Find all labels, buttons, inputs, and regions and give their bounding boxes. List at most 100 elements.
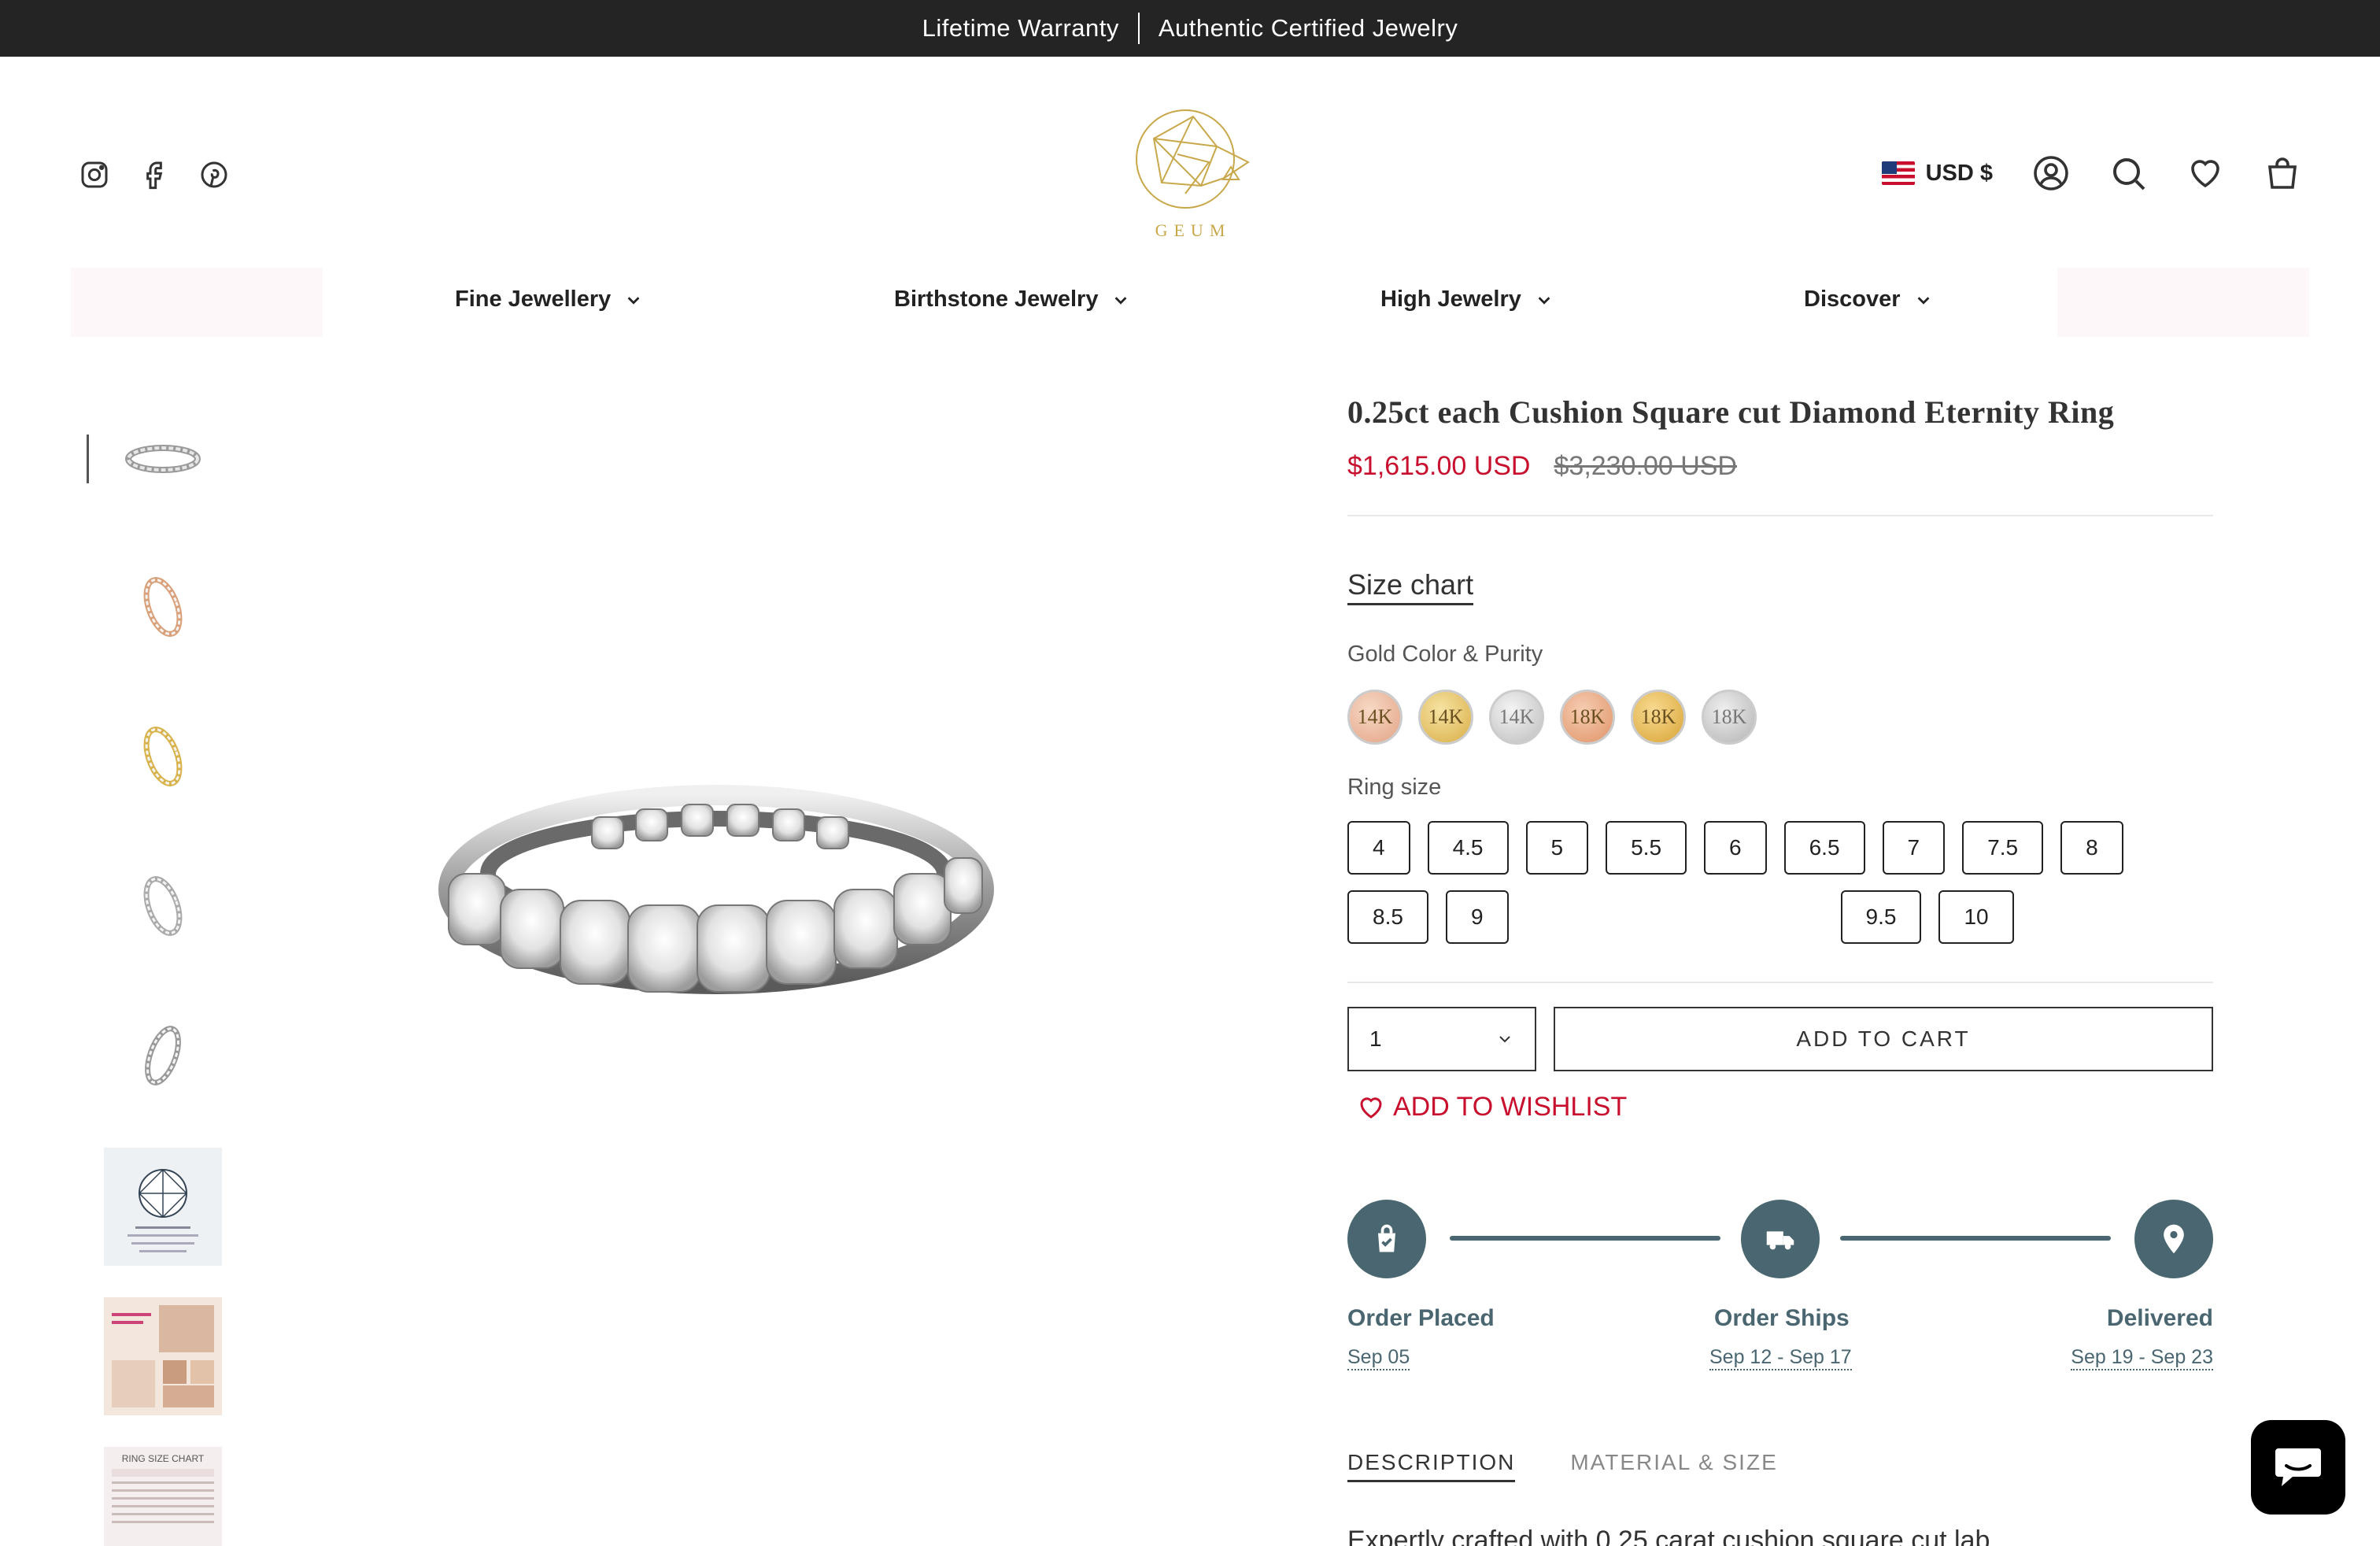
delivered-date: Sep 19 - Sep 23 [2071, 1346, 2213, 1370]
diamond-info-card-icon [104, 1148, 222, 1266]
thumbnail-7[interactable] [104, 1297, 222, 1415]
add-to-wishlist-button[interactable]: ADD TO WISHLIST [1347, 1092, 2213, 1123]
size-option[interactable]: 7.5 [1962, 821, 2044, 875]
thumbnail-4[interactable] [104, 847, 222, 965]
order-placed-bag-icon [1347, 1200, 1426, 1278]
nav-item-high-jewelry[interactable]: High Jewelry [1380, 287, 1553, 313]
chevron-down-icon [1499, 1036, 1510, 1043]
swatch-14k-yellow[interactable]: 14K [1418, 690, 1473, 745]
divider [1347, 982, 2213, 983]
announcement-bar: Lifetime Warranty Authentic Certified Je… [0, 0, 2380, 57]
chevron-down-icon [1115, 296, 1127, 305]
swatch-label: 14K [1428, 705, 1464, 728]
heart-icon[interactable] [2186, 154, 2224, 192]
ring-thumb-yellow-icon [143, 727, 183, 786]
nav-item-birthstone-jewelry[interactable]: Birthstone Jewelry [894, 287, 1129, 313]
size-chart-link[interactable]: Size chart [1347, 568, 1474, 605]
swatch-14k-rose[interactable]: 14K [1347, 690, 1402, 745]
nav-fade-right [2057, 268, 2309, 337]
size-table-icon [112, 1469, 214, 1523]
size-option[interactable]: 9 [1445, 890, 1509, 944]
delivered-pin-icon [2134, 1200, 2213, 1278]
swatch-label: 18K [1640, 705, 1676, 728]
thumbnail-6[interactable] [104, 1148, 222, 1266]
add-to-cart-button[interactable]: ADD TO CART [1554, 1007, 2213, 1071]
main-nav: Fine Jewellery Birthstone Jewelry High J… [71, 268, 2309, 337]
quantity-select[interactable]: 1 [1347, 1007, 1536, 1071]
instagram-icon[interactable] [79, 159, 110, 190]
pinterest-icon[interactable] [198, 159, 230, 190]
cart-icon[interactable] [2264, 154, 2301, 192]
chevron-down-icon [1538, 296, 1550, 305]
size-option[interactable]: 4.5 [1427, 821, 1509, 875]
size-option[interactable]: 8 [2060, 821, 2123, 875]
announcement-divider [1137, 13, 1140, 44]
size-option[interactable]: 9.5 [1840, 890, 1922, 944]
facebook-icon[interactable] [139, 159, 170, 190]
swatch-18k-white[interactable]: 18K [1702, 690, 1757, 745]
thumbnail-5[interactable] [104, 997, 222, 1115]
us-flag-icon [1881, 161, 1915, 185]
size-option[interactable]: 6.5 [1783, 821, 1865, 875]
currency-label: USD $ [1925, 160, 1993, 186]
ring-thumb-silver-icon [143, 876, 183, 936]
brand-name: GEUM [1155, 220, 1232, 240]
timeline-line-1 [1450, 1236, 1720, 1241]
nav-item-label: High Jewelry [1380, 287, 1521, 312]
nav-item-fine-jewellery[interactable]: Fine Jewellery [455, 287, 642, 313]
swatch-18k-yellow[interactable]: 18K [1631, 690, 1686, 745]
currency-selector[interactable]: USD $ [1881, 160, 1993, 187]
size-option[interactable]: 5.5 [1606, 821, 1687, 875]
thumbnail-2[interactable] [104, 548, 222, 666]
description-text: Expertly crafted with 0.25 carat cushion… [1347, 1526, 1990, 1546]
chat-button[interactable] [2251, 1420, 2345, 1515]
announcement-warranty: Lifetime Warranty [922, 14, 1119, 42]
ring-thumb-white-icon [125, 445, 201, 473]
chevron-down-icon [627, 296, 640, 305]
heart-outline-icon [1360, 1097, 1382, 1119]
timeline-line-2 [1840, 1236, 2111, 1241]
product-tabs: DESCRIPTION MATERIAL & SIZE [1347, 1450, 1778, 1482]
swatch-label: 18K [1569, 705, 1606, 728]
size-option[interactable]: 6 [1704, 821, 1767, 875]
ring-size-options: 4 4.5 5 5.5 6 6.5 7 7.5 8 8.5 9 9.5 10 [1347, 821, 2213, 944]
order-ships-date: Sep 12 - Sep 17 [1709, 1346, 1852, 1370]
order-ships-title: Order Ships [1714, 1305, 1850, 1331]
order-placed-title: Order Placed [1347, 1305, 1495, 1331]
nav-item-discover[interactable]: Discover [1804, 287, 1932, 313]
swatch-label: 14K [1357, 705, 1393, 728]
sale-price: $1,615.00 USD [1347, 451, 1531, 481]
nav-item-label: Birthstone Jewelry [894, 287, 1099, 312]
swatch-18k-rose[interactable]: 18K [1560, 690, 1615, 745]
size-option[interactable]: 8.5 [1347, 890, 1428, 944]
active-thumb-indicator [87, 435, 89, 483]
swatch-14k-white[interactable]: 14K [1489, 690, 1544, 745]
price-row: $1,615.00 USD $3,230.00 USD [1347, 451, 2213, 482]
size-option[interactable]: 10 [1938, 890, 2014, 944]
thumbnail-8[interactable]: RING SIZE CHART [104, 1447, 222, 1546]
wishlist-label: ADD TO WISHLIST [1393, 1092, 1628, 1122]
brand-logo[interactable]: GEUM [1130, 107, 1256, 246]
size-option[interactable]: 4 [1347, 821, 1410, 875]
logo-mark-icon [1136, 109, 1250, 209]
announcement-certified: Authentic Certified Jewelry [1158, 14, 1458, 42]
size-option[interactable]: 7 [1882, 821, 1946, 875]
size-option[interactable]: 5 [1525, 821, 1589, 875]
ring-size-chart-thumb-title: RING SIZE CHART [121, 1453, 205, 1464]
cart-row: 1 ADD TO CART [1347, 1007, 2213, 1071]
tab-material-size[interactable]: MATERIAL & SIZE [1570, 1450, 1777, 1482]
product-title: 0.25ct each Cushion Square cut Diamond E… [1347, 394, 2115, 430]
order-ships-truck-icon [1741, 1200, 1820, 1278]
thumbnail-3[interactable] [104, 697, 222, 816]
main-product-image[interactable] [425, 756, 1023, 1071]
header-actions: USD $ [1881, 154, 2301, 192]
tab-description[interactable]: DESCRIPTION [1347, 1450, 1516, 1482]
chat-bubble-icon [2275, 1448, 2321, 1486]
swatch-label: 14K [1499, 705, 1535, 728]
ring-thumb-silver-angle-icon [145, 1026, 181, 1086]
lifestyle-collage-icon [104, 1297, 222, 1415]
account-icon[interactable] [2032, 154, 2070, 192]
thumbnail-1[interactable] [104, 400, 222, 518]
search-icon[interactable] [2109, 154, 2147, 192]
nav-item-label: Discover [1804, 287, 1901, 312]
